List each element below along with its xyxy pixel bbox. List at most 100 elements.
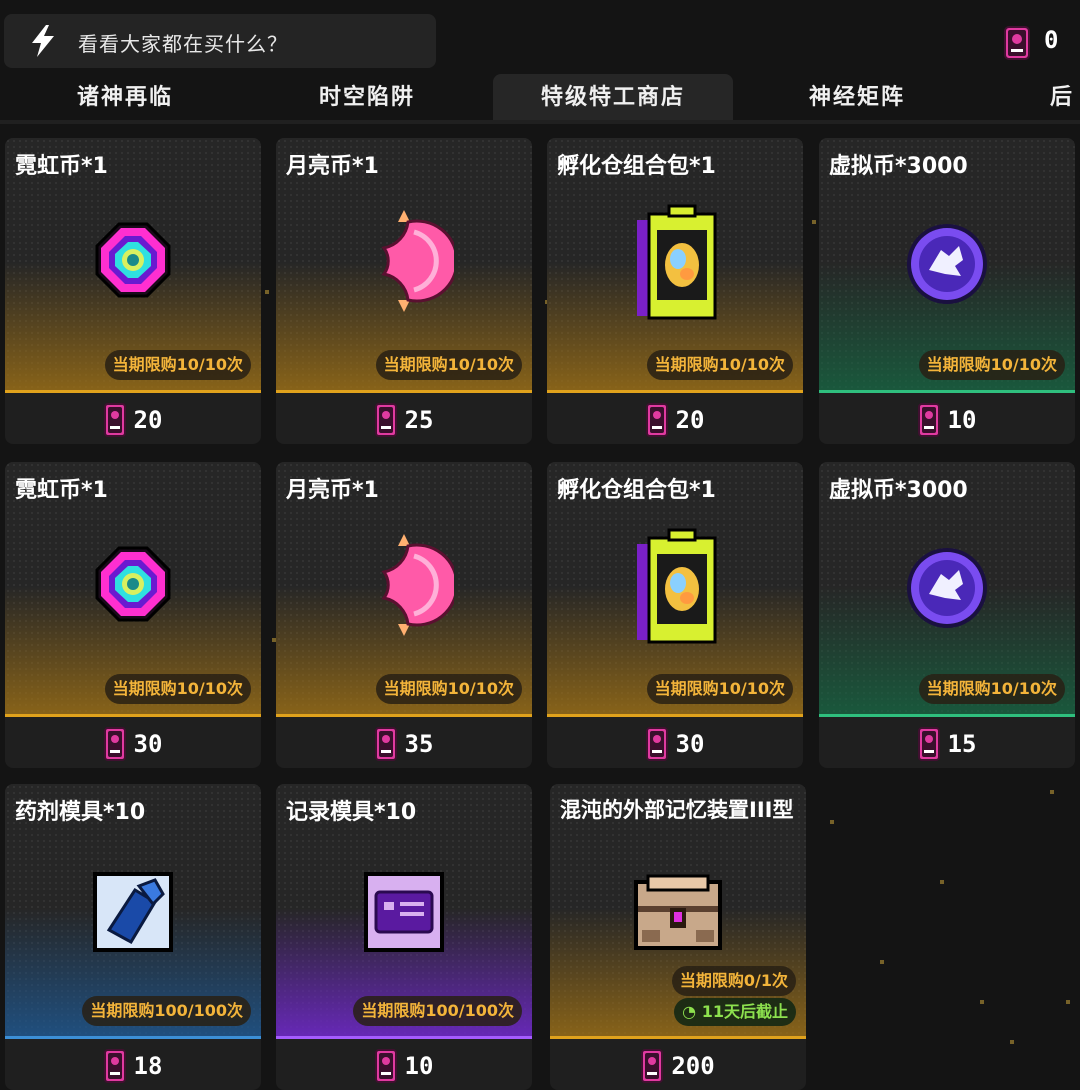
item-title: 孵化仓组合包*1 <box>557 154 716 179</box>
purchase-limit-badge: 当期限购10/10次 <box>918 674 1065 704</box>
purchase-limit-badge: 当期限购10/10次 <box>646 350 793 380</box>
price-button[interactable]: 10 <box>819 396 1075 444</box>
shop-item-card[interactable]: 虚拟币*3000 当期限购10/10次 10 <box>819 138 1075 444</box>
purchase-limit-badge: 当期限购10/10次 <box>646 674 793 704</box>
background-particle <box>830 820 834 824</box>
shop-item-card[interactable]: 霓虹币*1 当期限购10/10次 20 <box>5 138 261 444</box>
purchase-limit-badge: 当期限购10/10次 <box>104 350 251 380</box>
background-particle <box>880 960 884 964</box>
price-value: 200 <box>671 1052 715 1080</box>
moon-coin-icon <box>381 534 454 636</box>
shop-item-card[interactable]: 药剂模具*10 当期限购100/100次 18 <box>5 784 261 1090</box>
clock-icon: ◔ <box>682 1002 697 1021</box>
background-particle <box>1066 1000 1070 1004</box>
shop-item-card[interactable]: 月亮币*1 当期限购10/10次 35 <box>276 462 532 768</box>
deadline-badge: ◔ 11天后截止 <box>674 998 796 1026</box>
background-particle <box>980 1000 984 1004</box>
purchase-limit-badge: 当期限购10/10次 <box>918 350 1065 380</box>
shop-item-card[interactable]: 孵化仓组合包*1 当期限购10/10次 20 <box>547 138 803 444</box>
agent-ticket-icon <box>103 1049 126 1083</box>
purchase-limit-badge: 当期限购10/10次 <box>375 674 522 704</box>
virtual-coin-icon <box>907 224 987 304</box>
shop-item-card[interactable]: 月亮币*1 当期限购10/10次 25 <box>276 138 532 444</box>
price-value: 35 <box>404 730 434 758</box>
price-button[interactable]: 35 <box>276 720 532 768</box>
purchase-limit-badge: 当期限购100/100次 <box>353 996 522 1026</box>
shop-item-card[interactable]: 混沌的外部记忆装置III型 当期限购0/1次 ◔ 11天后截止 200 <box>550 784 806 1090</box>
tab-zhushen[interactable]: 诸神再临 <box>20 74 230 116</box>
tab-underline <box>0 120 1080 124</box>
lightning-icon <box>32 25 54 57</box>
shop-item-card[interactable]: 虚拟币*3000 当期限购10/10次 15 <box>819 462 1075 768</box>
incubator-pack-icon <box>637 528 717 644</box>
agent-ticket-icon <box>645 403 668 437</box>
neon-coin-icon <box>95 222 171 298</box>
price-value: 20 <box>675 406 705 434</box>
agent-ticket-icon <box>917 403 940 437</box>
shop-item-card[interactable]: 霓虹币*1 当期限购10/10次 30 <box>5 462 261 768</box>
background-particle <box>1010 1040 1014 1044</box>
shop-item-card[interactable]: 孵化仓组合包*1 当期限购10/10次 30 <box>547 462 803 768</box>
agent-ticket-icon <box>103 727 126 761</box>
price-value: 20 <box>133 406 163 434</box>
purchase-limit-badge: 当期限购10/10次 <box>104 674 251 704</box>
price-value: 15 <box>947 730 977 758</box>
virtual-coin-icon <box>907 548 987 628</box>
potion-mold-icon <box>93 872 173 952</box>
search-placeholder: 看看大家都在买什么？ <box>78 32 288 56</box>
purchase-limit-badge: 当期限购10/10次 <box>375 350 522 380</box>
price-button[interactable]: 30 <box>5 720 261 768</box>
item-title: 霓虹币*1 <box>15 154 108 179</box>
price-button[interactable]: 25 <box>276 396 532 444</box>
price-button[interactable]: 30 <box>547 720 803 768</box>
purchase-limit-badge: 当期限购0/1次 <box>671 966 796 996</box>
moon-coin-icon <box>381 210 454 312</box>
background-particle <box>940 880 944 884</box>
background-particle <box>812 220 816 224</box>
purchase-limit-badge: 当期限购100/100次 <box>82 996 251 1026</box>
price-value: 18 <box>133 1052 163 1080</box>
item-title: 霓虹币*1 <box>15 478 108 503</box>
background-particle <box>1050 790 1054 794</box>
agent-ticket-icon <box>917 727 940 761</box>
agent-ticket-icon <box>374 1049 397 1083</box>
price-button[interactable]: 20 <box>5 396 261 444</box>
agent-ticket-icon <box>374 727 397 761</box>
record-mold-icon <box>364 872 444 952</box>
background-particle <box>265 290 269 294</box>
item-title: 虚拟币*3000 <box>829 154 968 179</box>
tab-shikong[interactable]: 时空陷阱 <box>262 74 472 116</box>
price-button[interactable]: 200 <box>550 1042 806 1090</box>
agent-ticket-icon <box>1004 26 1030 60</box>
tab-neural-matrix[interactable]: 神经矩阵 <box>752 74 962 116</box>
price-value: 30 <box>675 730 705 758</box>
item-title: 虚拟币*3000 <box>829 478 968 503</box>
item-title: 记录模具*10 <box>286 800 417 825</box>
price-value: 30 <box>133 730 163 758</box>
tab-overflow[interactable]: 后 <box>1044 74 1080 116</box>
price-button[interactable]: 20 <box>547 396 803 444</box>
price-value: 10 <box>947 406 977 434</box>
search-bar[interactable]: 看看大家都在买什么？ <box>4 14 436 68</box>
tab-special-agent-shop[interactable]: 特级特工商店 <box>493 74 733 122</box>
price-button[interactable]: 18 <box>5 1042 261 1090</box>
item-title: 月亮币*1 <box>286 154 379 179</box>
item-title: 孵化仓组合包*1 <box>557 478 716 503</box>
neon-coin-icon <box>95 546 171 622</box>
incubator-pack-icon <box>637 204 717 320</box>
agent-ticket-icon <box>645 727 668 761</box>
wallet-amount: 0 <box>1044 26 1059 54</box>
deadline-text: 11天后截止 <box>701 1002 788 1021</box>
shop-item-card[interactable]: 记录模具*10 当期限购100/100次 10 <box>276 784 532 1090</box>
price-value: 25 <box>404 406 434 434</box>
price-button[interactable]: 10 <box>276 1042 532 1090</box>
agent-ticket-icon <box>103 403 126 437</box>
item-title: 混沌的外部记忆装置III型 <box>560 798 794 822</box>
price-value: 10 <box>404 1052 434 1080</box>
agent-ticket-icon <box>641 1049 664 1083</box>
item-title: 药剂模具*10 <box>15 800 146 825</box>
item-title: 月亮币*1 <box>286 478 379 503</box>
category-tabs: 诸神再临 时空陷阱 特级特工商店 神经矩阵 后 <box>0 74 1080 122</box>
price-button[interactable]: 15 <box>819 720 1075 768</box>
chaos-memory-device-icon <box>634 874 722 950</box>
